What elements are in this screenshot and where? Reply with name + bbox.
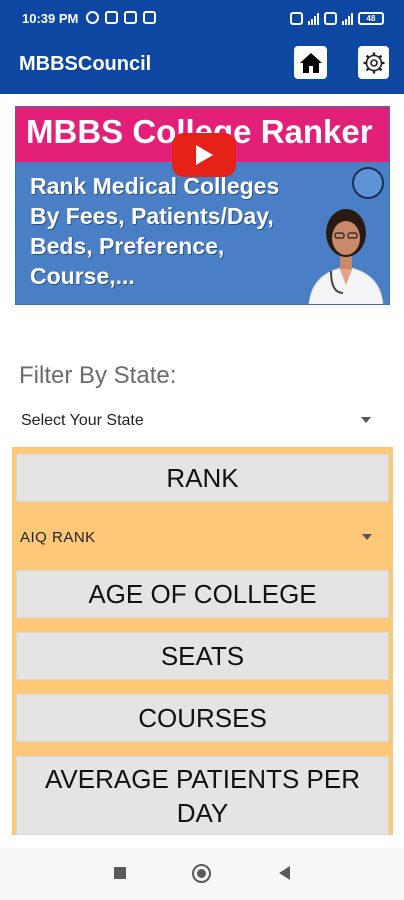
settings-button[interactable] [358, 46, 389, 79]
banner-line: Rank Medical Colleges [30, 173, 280, 199]
status-bar: 10:39 PM 48 [0, 0, 404, 38]
chevron-down-icon [361, 417, 371, 423]
signal-icon [308, 12, 319, 25]
notification-icons [86, 11, 156, 24]
youtube-play-button[interactable] [172, 133, 236, 177]
banner-line: Beds, Preference, [30, 233, 225, 259]
youtube-icon [143, 11, 156, 24]
rank-type-dropdown[interactable]: AIQ RANK [12, 511, 393, 565]
app-title: MBBSCouncil [19, 53, 152, 75]
gear-icon [363, 52, 384, 73]
home-nav-icon[interactable] [192, 864, 211, 883]
rank-button[interactable]: RANK [16, 454, 389, 502]
alarm-icon [86, 11, 99, 24]
status-time: 10:39 PM [22, 11, 79, 26]
average-patients-button[interactable]: AVERAGE PATIENTS PER DAY [16, 756, 389, 835]
system-icons: 48 [290, 12, 384, 25]
rank-type-value: AIQ RANK [20, 529, 96, 546]
recents-icon[interactable] [114, 867, 126, 879]
video-banner[interactable]: MBBS College Ranker Rank Medical College… [15, 106, 390, 305]
youtube-icon [124, 11, 137, 24]
back-icon[interactable] [279, 866, 290, 880]
state-dropdown-value: Select Your State [21, 412, 144, 429]
system-nav-bar [0, 848, 404, 900]
home-button[interactable] [294, 46, 327, 79]
seats-button[interactable]: SEATS [16, 632, 389, 680]
app-bar: MBBSCouncil [0, 38, 404, 94]
banner-line: By Fees, Patients/Day, [30, 203, 274, 229]
age-of-college-button[interactable]: AGE OF COLLEGE [16, 570, 389, 618]
battery-icon: 48 [358, 12, 384, 25]
home-icon [299, 52, 322, 73]
courses-button[interactable]: COURSES [16, 694, 389, 742]
play-icon [196, 145, 213, 165]
banner-line: Course,... [30, 263, 135, 289]
notification-icon [105, 11, 118, 24]
signal-icon [342, 12, 353, 25]
state-dropdown[interactable]: Select Your State [15, 404, 390, 436]
volte-icon [324, 12, 337, 25]
filter-label: Filter By State: [19, 362, 177, 389]
ranking-options-panel: RANK AIQ RANK AGE OF COLLEGE SEATS COURS… [12, 447, 393, 835]
volte-icon [290, 12, 303, 25]
chevron-down-icon [362, 534, 372, 540]
doctor-illustration-icon [308, 209, 384, 304]
